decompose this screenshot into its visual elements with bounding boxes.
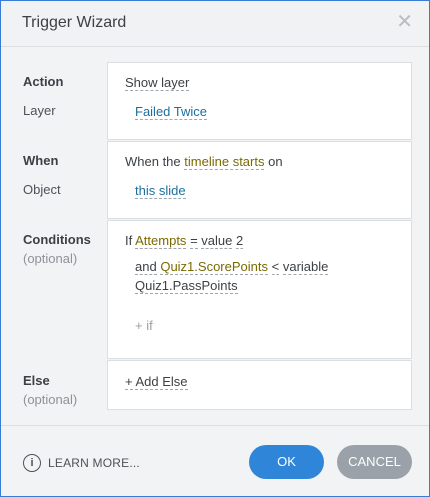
- dialog-body: Action Layer Show layer Failed Twice Whe…: [1, 47, 429, 425]
- conditions-panel: If Attempts = value 2 and Quiz1.ScorePoi…: [107, 220, 412, 359]
- event-select[interactable]: timeline starts: [184, 154, 265, 170]
- when-suffix-text: on: [268, 154, 283, 169]
- info-icon: i: [23, 454, 41, 472]
- condition-2-variable[interactable]: Quiz1.ScorePoints: [160, 259, 268, 275]
- dialog-footer: i LEARN MORE... OK CANCEL: [1, 425, 429, 496]
- if-word: If: [125, 233, 133, 248]
- when-panel: When the timeline starts on this slide: [107, 141, 412, 219]
- action-panel: Show layer Failed Twice: [107, 62, 412, 140]
- else-optional-label: (optional): [23, 392, 78, 407]
- condition-1-variable[interactable]: Attempts: [135, 233, 187, 249]
- condition-1-operator[interactable]: =: [190, 233, 198, 249]
- condition-1-value[interactable]: 2: [235, 233, 244, 249]
- learn-more-link[interactable]: LEARN MORE...: [48, 456, 140, 470]
- layer-select[interactable]: Failed Twice: [135, 104, 208, 120]
- condition-2-operator[interactable]: <: [271, 259, 280, 275]
- condition-1-type[interactable]: value: [201, 233, 233, 249]
- conditions-optional-label: (optional): [23, 251, 78, 266]
- conditions-label: Conditions: [23, 232, 91, 247]
- add-else-button[interactable]: + Add Else: [125, 374, 188, 390]
- when-label: When: [23, 153, 59, 168]
- trigger-wizard-dialog: Trigger Wizard ✕ Action Layer Show layer…: [0, 0, 430, 497]
- layer-label: Layer: [23, 103, 56, 118]
- and-word[interactable]: and: [135, 259, 157, 275]
- close-icon[interactable]: ✕: [396, 11, 413, 33]
- title-bar: Trigger Wizard ✕: [1, 1, 429, 47]
- when-prefix-text: When the: [125, 154, 181, 169]
- add-condition-button[interactable]: + if: [135, 318, 153, 333]
- cancel-button[interactable]: CANCEL: [337, 445, 412, 479]
- condition-row-2: and Quiz1.ScorePoints < variable: [135, 259, 329, 275]
- when-prefix: When the timeline starts on: [125, 154, 283, 170]
- condition-2-value[interactable]: Quiz1.PassPoints: [135, 278, 238, 294]
- action-select[interactable]: Show layer: [125, 75, 190, 91]
- condition-row-1: If Attempts = value 2: [125, 233, 244, 249]
- condition-2-type[interactable]: variable: [282, 259, 329, 275]
- else-panel: + Add Else: [107, 360, 412, 410]
- action-label: Action: [23, 74, 64, 89]
- else-label: Else: [23, 373, 50, 388]
- object-label: Object: [23, 182, 61, 197]
- dialog-title: Trigger Wizard: [22, 14, 127, 31]
- ok-button[interactable]: OK: [249, 445, 324, 479]
- object-select[interactable]: this slide: [135, 183, 186, 199]
